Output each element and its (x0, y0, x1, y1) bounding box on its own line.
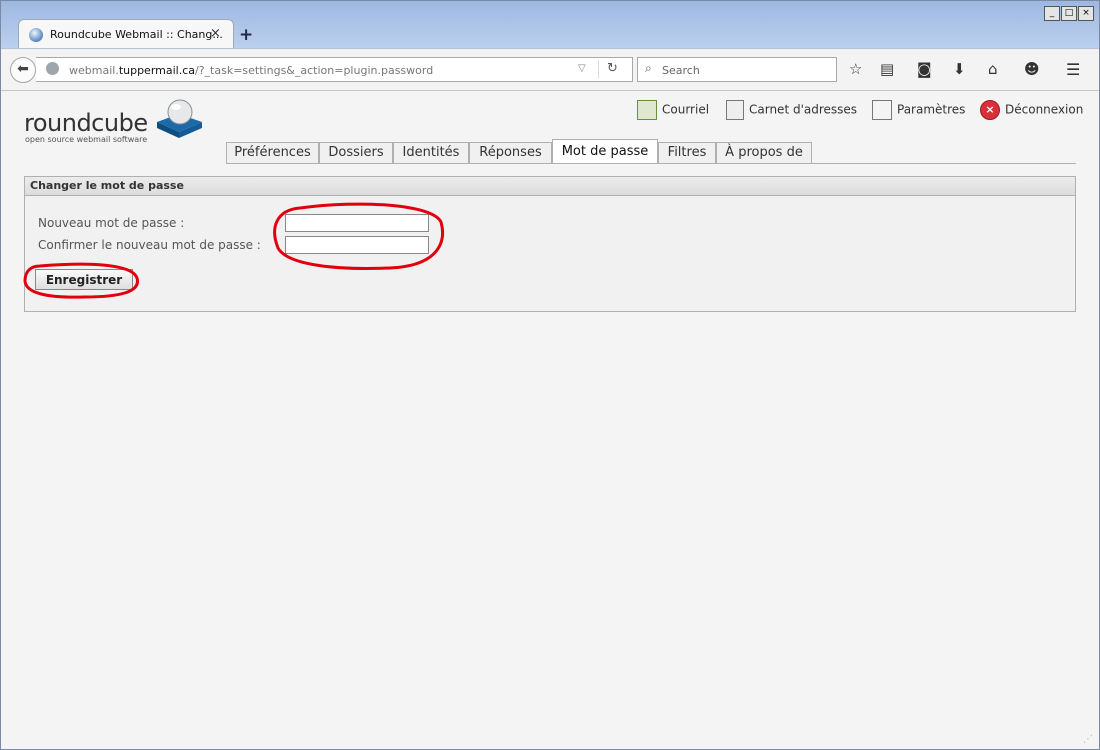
save-button[interactable]: Enregistrer (35, 269, 133, 290)
url-dropdown-icon[interactable]: ▽ (578, 63, 586, 74)
confirm-password-label: Confirmer le nouveau mot de passe : (38, 238, 261, 252)
chat-icon[interactable]: ☻ (1024, 60, 1040, 78)
url-path: /?_task=settings&_action=plugin.password (195, 64, 434, 77)
search-icon: ⌕ (645, 61, 652, 75)
topnav-courriel[interactable]: Courriel (637, 100, 709, 120)
logo-subtext: open source webmail software (25, 135, 148, 144)
topnav-courriel-label: Courriel (662, 102, 710, 117)
reload-icon[interactable]: ↻ (607, 61, 618, 76)
mail-icon (637, 100, 657, 120)
back-button[interactable]: ⬅ (10, 57, 36, 83)
back-arrow-icon: ⬅ (17, 61, 29, 77)
bookmarks-list-icon[interactable]: ▤ (880, 60, 894, 78)
topnav-logout-label: Déconnexion (1005, 102, 1084, 117)
topnav-settings-label: Paramètres (897, 102, 966, 117)
topnav-address-book[interactable]: Carnet d'adresses (726, 100, 857, 120)
browser-tab[interactable]: Roundcube Webmail :: Chang... × (18, 19, 234, 51)
tab-responses[interactable]: Réponses (469, 142, 552, 163)
site-identity-icon[interactable] (46, 62, 59, 75)
topnav-logout[interactable]: × Déconnexion (980, 100, 1083, 120)
settings-icon (872, 100, 892, 120)
pocket-icon[interactable]: ◙ (917, 60, 932, 78)
topnav-address-book-label: Carnet d'adresses (749, 102, 858, 117)
download-icon[interactable]: ⬇ (953, 60, 966, 78)
resize-grip[interactable]: ⋰ (1083, 734, 1093, 745)
tab-close-icon[interactable]: × (210, 26, 221, 41)
tabs-baseline (226, 163, 1076, 164)
tab-folders[interactable]: Dossiers (319, 142, 393, 163)
tab-title: Roundcube Webmail :: Chang... (50, 28, 223, 41)
new-password-input[interactable] (285, 214, 429, 232)
minimize-button[interactable]: _ (1044, 6, 1060, 21)
menu-hamburger-icon[interactable]: ☰ (1066, 60, 1080, 79)
new-tab-button[interactable]: + (239, 25, 253, 45)
close-window-button[interactable]: × (1078, 6, 1094, 21)
panel-title: Changer le mot de passe (30, 179, 184, 192)
tab-filters[interactable]: Filtres (658, 142, 716, 163)
tab-preferences[interactable]: Préférences (226, 142, 319, 163)
roundcube-logo-icon[interactable] (154, 98, 204, 138)
url-text[interactable]: webmail.tuppermail.ca/?_task=settings&_a… (69, 64, 433, 77)
url-prefix: webmail. (69, 64, 119, 77)
bookmark-star-icon[interactable]: ☆ (849, 60, 862, 78)
tab-password[interactable]: Mot de passe (552, 139, 658, 164)
new-password-label: Nouveau mot de passe : (38, 216, 185, 230)
home-icon[interactable]: ⌂ (988, 60, 998, 78)
logo-text[interactable]: roundcube (24, 109, 148, 137)
maximize-button[interactable]: □ (1061, 6, 1077, 21)
confirm-password-input[interactable] (285, 236, 429, 254)
logout-icon: × (980, 100, 1000, 120)
url-divider (598, 60, 599, 78)
url-domain: tuppermail.ca (118, 64, 196, 77)
search-placeholder: Search (662, 64, 700, 77)
tab-about[interactable]: À propos de (716, 142, 812, 163)
topnav-settings[interactable]: Paramètres (872, 100, 965, 120)
roundcube-favicon-icon (29, 28, 43, 42)
tab-identities[interactable]: Identités (393, 142, 469, 163)
address-book-icon (726, 100, 744, 120)
